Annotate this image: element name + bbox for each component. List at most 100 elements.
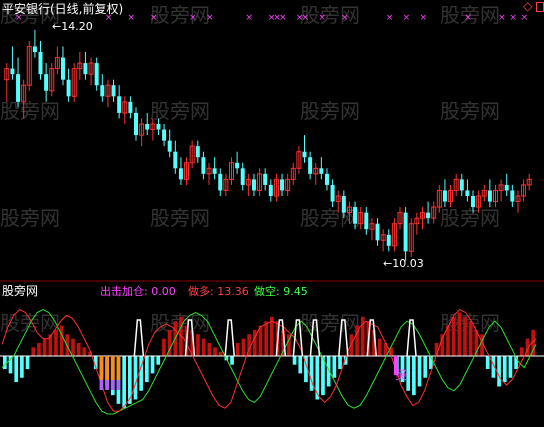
candle-body [465,190,470,196]
chart-svg: 股旁网 股旁网 股旁网 股旁网股旁网 股旁网 股旁网 股旁网股旁网 股旁网 股旁网 股旁网股旁网股… [0,3,544,415]
diamond-icon: ◇ [523,0,533,13]
candle-body [195,146,200,158]
oscillator-bar [162,338,166,356]
candle-body [240,168,245,185]
candle-body [201,157,206,174]
scroll-marker-icon[interactable] [536,2,544,12]
low-price-annotation: ←10.03 [383,257,424,270]
top-signal-mark: × [403,13,411,23]
oscillator-bar [196,334,200,356]
candle-body [471,196,476,208]
oscillator-bar [468,321,473,356]
indicator-chuji-value: 0.00 [151,285,176,298]
watermark-text: 股旁网 [440,206,500,230]
oscillator-bar [270,316,274,356]
candle-body [111,85,116,97]
oscillator-bar [292,356,297,365]
highlight-bar [110,356,115,380]
candle-body [16,74,21,102]
candle-body [263,173,268,185]
oscillator-bar [207,342,212,356]
candle-body [510,190,515,202]
candle-body [268,184,273,196]
oscillator-bar [14,356,19,383]
oscillator-bar [133,356,138,400]
watermark-text: 股旁网 [440,99,500,123]
highlight-bar-tip [99,380,104,390]
indicator-zuokong: 做空: 9.45 [254,285,308,298]
candle-body [235,162,240,169]
candle-body [487,190,492,202]
candle-body [178,168,183,180]
oscillator-bar [122,356,126,409]
candle-body [173,151,178,169]
watermark-text: 股旁网 [0,99,60,123]
highlight-bar-tip [116,380,121,390]
signal-spike [224,319,235,357]
oscillator-bar [25,356,30,370]
candle-body [442,190,447,202]
oscillator-bar [150,356,155,374]
candle-body [83,63,88,75]
oscillator-bar [412,356,416,396]
indicator-zuoduo: 做多: 13.36 [188,285,249,298]
oscillator-bar [48,334,53,356]
highlight-bar [116,356,121,380]
top-signal-mark: × [521,13,529,23]
oscillator-bar [252,329,257,356]
oscillator-bar [42,338,47,356]
oscillator-bar [156,356,161,365]
highlight-bar-tip [110,380,115,390]
candle-body [319,168,324,174]
stock-title: 平安银行(日线,前复权) [2,2,124,16]
candle-body [330,184,335,202]
candle-body [324,173,329,185]
highlight-bar [99,356,104,380]
oscillator-bar [298,356,303,374]
watermark-text: 股旁网 [150,99,210,123]
top-signal-mark: × [245,13,253,23]
oscillator-bar [519,347,524,356]
signal-spike [406,319,417,357]
candle-body [403,212,408,252]
oscillator-bar [241,338,246,356]
candle-body [128,101,133,113]
oscillator-bar [349,334,354,356]
oscillator-bar [508,356,513,378]
oscillator-bar [258,325,263,356]
oscillator-bar [497,356,501,387]
oscillator-bar [213,347,217,356]
highlight-bar [105,356,109,380]
oscillator-bar [31,347,36,356]
top-signal-mark: × [302,13,310,23]
indicator-zuoduo-label: 做多: [188,285,214,298]
candle-body [386,234,391,246]
candle-body [218,173,223,191]
indicator-chuji: 出击加仓: 0.00 [100,285,176,298]
candle-body [459,179,464,191]
candle-body [280,179,285,191]
highlight-bar-tip [105,380,109,390]
candle-body [145,124,150,130]
oscillator-bar [20,356,24,378]
indicator-zuokong-label: 做空: [254,285,280,298]
candle-body [375,223,380,241]
candle-body [308,157,313,174]
top-signal-mark: × [509,13,517,23]
candle-body [32,46,37,52]
oscillator-bar [76,342,81,356]
candle-body [341,196,346,213]
candle-body [60,57,65,80]
top-signal-mark: × [464,13,472,23]
watermark-text: 股旁网 [150,206,210,230]
top-signal-mark: × [341,13,349,23]
top-signal-mark: × [498,13,506,23]
candle-body [134,112,138,136]
oscillator-bar [338,356,342,370]
candle-body [353,207,358,224]
oscillator-bar [37,342,41,356]
indicator-zuoduo-value: 13.36 [217,285,249,298]
candle-body [167,140,172,152]
top-signal-mark: × [419,13,427,23]
candle-body [504,184,509,191]
